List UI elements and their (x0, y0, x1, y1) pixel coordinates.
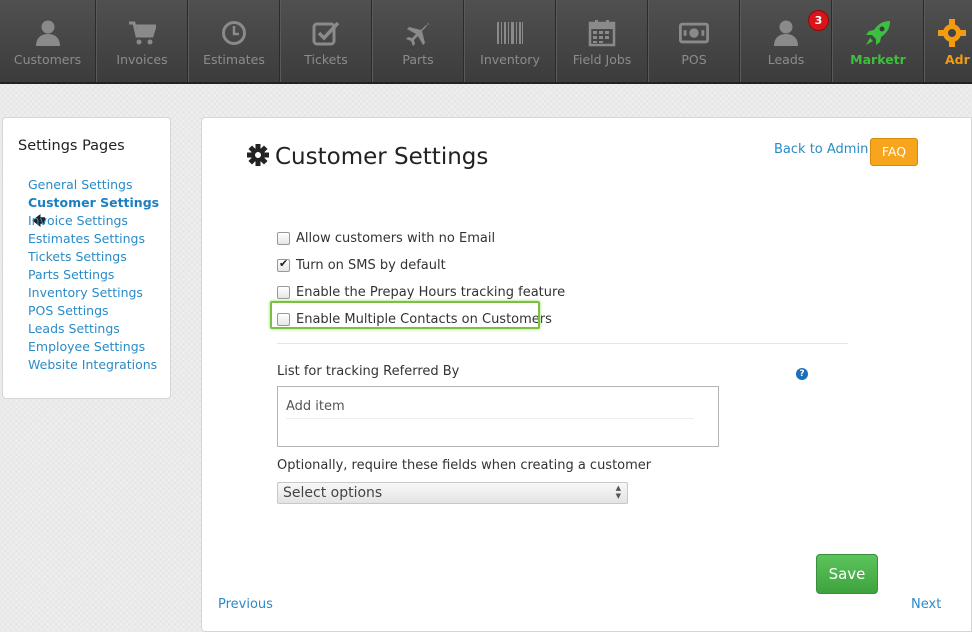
sidebar-item-link[interactable]: Leads Settings (28, 321, 120, 336)
nav-label: Marketr (850, 52, 906, 67)
user-icon (771, 18, 801, 48)
nav-label: Inventory (480, 52, 540, 67)
nav-invoices[interactable]: Invoices (96, 0, 188, 82)
nav-label: Adr (945, 52, 970, 67)
checkbox-prepay-hours[interactable] (277, 286, 290, 299)
sidebar-item-website[interactable]: Website Integrations (18, 356, 170, 374)
sidebar-item-leads[interactable]: Leads Settings (18, 320, 170, 338)
referred-by-label: List for tracking Referred By (277, 364, 460, 379)
save-button[interactable]: Save (816, 554, 878, 594)
sidebar-item-general[interactable]: General Settings (18, 176, 170, 194)
checkbox-row-sms[interactable]: Turn on SMS by default (277, 252, 565, 279)
sidebar-item-estimates[interactable]: Estimates Settings (18, 230, 170, 248)
page-title: Customer Settings (275, 144, 489, 170)
sidebar-item-pos[interactable]: POS Settings (18, 302, 170, 320)
sidebar-item-customer[interactable]: Customer Settings🡄 (18, 194, 170, 229)
checkbox-sms-default[interactable] (277, 257, 290, 272)
gear-icon (247, 144, 269, 170)
required-fields-label: Optionally, require these fields when cr… (277, 458, 652, 473)
settings-sidebar: Settings Pages General Settings Customer… (2, 117, 171, 399)
nav-leads[interactable]: 3 Leads (740, 0, 832, 82)
barcode-icon (495, 18, 525, 48)
sidebar-item-link[interactable]: Invoice Settings (28, 213, 128, 228)
nav-estimates[interactable]: Estimates (188, 0, 280, 82)
nav-label: Leads (767, 52, 805, 67)
nav-label: POS (681, 52, 707, 67)
calendar-icon (587, 18, 617, 48)
referred-by-list-box[interactable] (277, 386, 719, 447)
nav-label: Field Jobs (572, 52, 632, 67)
sidebar-item-link[interactable]: POS Settings (28, 303, 109, 318)
sidebar-item-link[interactable]: Estimates Settings (28, 231, 145, 246)
nav-label: Tickets (304, 52, 348, 67)
settings-panel: Customer Settings Back to Admin FAQ Allo… (201, 117, 972, 632)
checkbox-label: Turn on SMS by default (296, 258, 446, 273)
help-icon[interactable]: ? (796, 368, 808, 380)
checkbox-allow-no-email[interactable] (277, 232, 290, 245)
user-icon (33, 18, 63, 48)
top-navbar: Customers Invoices Estimates Tickets Par… (0, 0, 972, 84)
nav-customers[interactable]: Customers (0, 0, 96, 82)
money-icon (679, 18, 709, 48)
rocket-icon (863, 18, 893, 48)
select-arrows-icon: ▲ ▼ (615, 484, 621, 500)
sidebar-item-link[interactable]: Employee Settings (28, 339, 145, 354)
sidebar-item-employee[interactable]: Employee Settings (18, 338, 170, 356)
back-to-admin-link[interactable]: Back to Admin (774, 142, 868, 157)
nav-field-jobs[interactable]: Field Jobs (556, 0, 648, 82)
add-item-input[interactable] (286, 395, 694, 419)
clock-icon (219, 18, 249, 48)
check-square-icon (311, 18, 341, 48)
sidebar-item-link[interactable]: Inventory Settings (28, 285, 143, 300)
nav-marketr[interactable]: Marketr (832, 0, 924, 82)
cart-icon (127, 18, 157, 48)
gear-icon (937, 18, 967, 48)
next-link[interactable]: Next (911, 597, 941, 612)
checkbox-row-no-email[interactable]: Allow customers with no Email (277, 225, 565, 252)
settings-nav-list: General Settings Customer Settings🡄 Invo… (18, 176, 170, 374)
checkbox-label: Enable the Prepay Hours tracking feature (296, 285, 566, 300)
sidebar-item-invoice[interactable]: Invoice Settings (18, 212, 170, 230)
sidebar-item-link[interactable]: Customer Settings (28, 195, 159, 210)
page-header: Customer Settings (247, 144, 488, 170)
sidebar-item-tickets[interactable]: Tickets Settings (18, 248, 170, 266)
faq-button[interactable]: FAQ (870, 138, 918, 166)
notification-badge: 3 (809, 11, 828, 30)
nav-parts[interactable]: Parts (372, 0, 464, 82)
nav-admin[interactable]: Adr (924, 0, 972, 82)
sidebar-title: Settings Pages (18, 138, 125, 154)
select-value: Select options (283, 485, 383, 501)
nav-inventory[interactable]: Inventory (464, 0, 556, 82)
nav-label: Customers (13, 52, 82, 67)
nav-label: Invoices (116, 52, 168, 67)
sidebar-item-link[interactable]: Website Integrations (28, 357, 157, 372)
sidebar-item-link[interactable]: Tickets Settings (28, 249, 127, 264)
highlight-box (270, 301, 540, 329)
sidebar-item-inventory[interactable]: Inventory Settings (18, 284, 170, 302)
checkbox-label: Allow customers with no Email (296, 231, 496, 246)
nav-tickets[interactable]: Tickets (280, 0, 372, 82)
sidebar-item-link[interactable]: General Settings (28, 177, 133, 192)
sidebar-item-link[interactable]: Parts Settings (28, 267, 114, 282)
nav-label: Estimates (203, 52, 265, 67)
divider (277, 343, 848, 344)
sidebar-item-parts[interactable]: Parts Settings (18, 266, 170, 284)
nav-pos[interactable]: POS (648, 0, 740, 82)
previous-link[interactable]: Previous (218, 597, 273, 612)
required-fields-select[interactable]: Select options ▲ ▼ (277, 482, 628, 504)
plane-icon (403, 18, 433, 48)
nav-label: Parts (402, 52, 434, 67)
